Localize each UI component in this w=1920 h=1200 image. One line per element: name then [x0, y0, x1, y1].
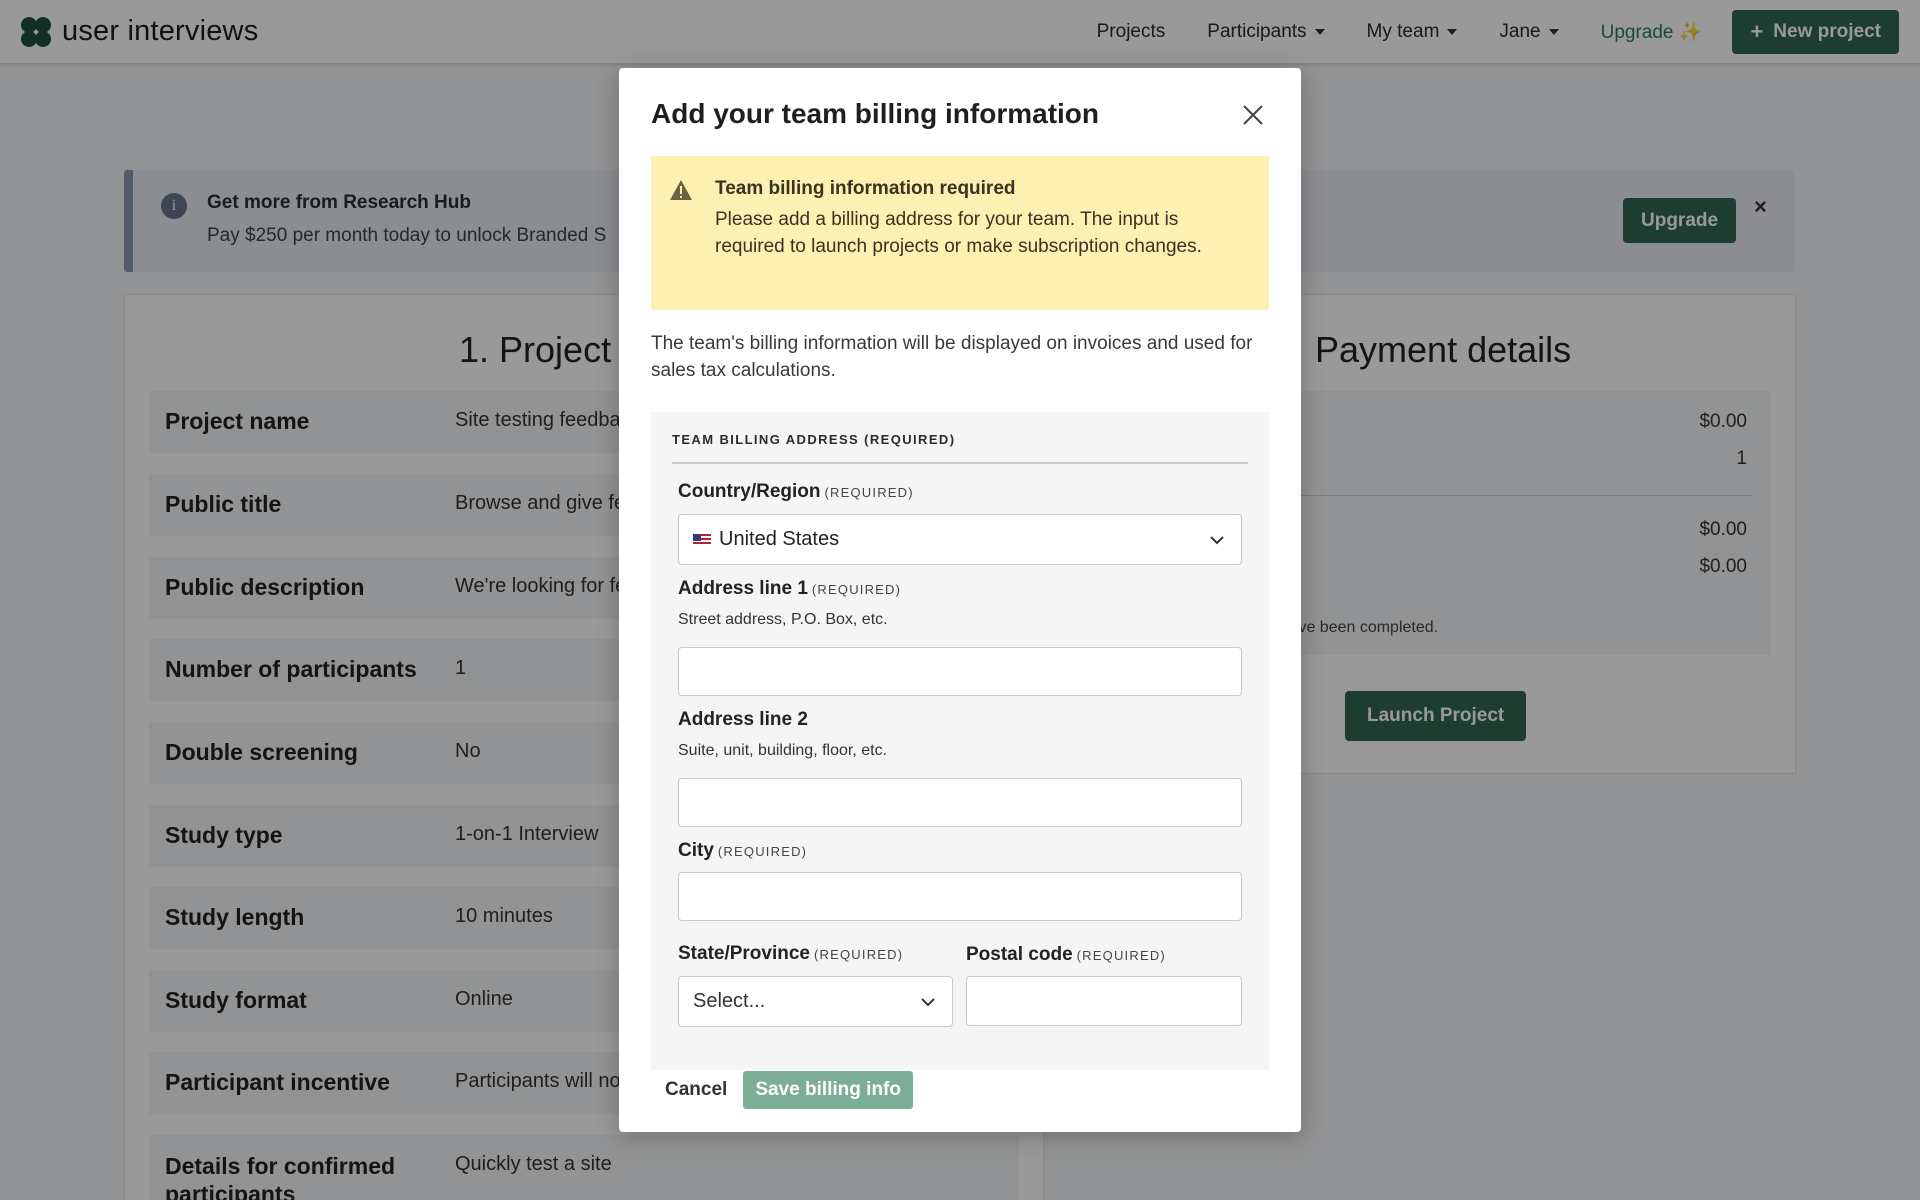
- section-divider: [672, 462, 1248, 464]
- country-value: United States: [719, 528, 840, 550]
- city-label-text: City: [678, 840, 714, 861]
- required-tag: (REQUIRED): [824, 485, 914, 500]
- required-tag: (REQUIRED): [811, 582, 902, 597]
- country-label-text: Country/Region: [678, 481, 821, 502]
- warning-text: Please add a billing address for your te…: [715, 209, 1202, 257]
- state-placeholder: Select...: [693, 990, 766, 1012]
- postal-code-input[interactable]: [966, 976, 1242, 1026]
- close-icon[interactable]: [1241, 103, 1265, 127]
- postal-label-text: Postal code: [966, 944, 1073, 965]
- required-tag: (REQUIRED): [814, 947, 904, 962]
- state-select[interactable]: Select...: [678, 976, 953, 1027]
- required-tag: (REQUIRED): [717, 844, 808, 859]
- chevron-down-icon: [921, 998, 935, 1007]
- postal-label: Postal code (REQUIRED): [966, 944, 1166, 966]
- billing-address-form: TEAM BILLING ADDRESS (REQUIRED) Country/…: [651, 412, 1269, 1070]
- modal-title: Add your team billing information: [651, 98, 1099, 129]
- address1-label: Address line 1 (REQUIRED): [678, 578, 901, 600]
- billing-modal: Add your team billing information Team b…: [619, 68, 1301, 1132]
- billing-warning: Team billing information required Please…: [651, 156, 1269, 310]
- country-label: Country/Region (REQUIRED): [678, 481, 914, 503]
- state-label: State/Province (REQUIRED): [678, 943, 903, 965]
- state-label-text: State/Province: [678, 943, 810, 964]
- country-select[interactable]: United States: [678, 514, 1242, 565]
- address1-label-text: Address line 1: [678, 578, 808, 599]
- address1-help: Street address, P.O. Box, etc.: [678, 611, 888, 628]
- warning-icon: [670, 180, 692, 200]
- save-billing-button[interactable]: Save billing info: [743, 1071, 913, 1109]
- us-flag-icon: [693, 533, 711, 546]
- form-section-heading: TEAM BILLING ADDRESS (REQUIRED): [672, 432, 956, 447]
- chevron-down-icon: [1210, 536, 1224, 545]
- address1-input[interactable]: [678, 647, 1242, 696]
- city-label: City (REQUIRED): [678, 840, 807, 862]
- modal-intro-text: The team's billing information will be d…: [651, 333, 1253, 381]
- required-tag: (REQUIRED): [1076, 948, 1166, 963]
- cancel-button[interactable]: Cancel: [651, 1079, 741, 1101]
- modal-footer: Cancel Save billing info: [651, 1071, 913, 1109]
- address2-input[interactable]: [678, 778, 1242, 827]
- warning-title: Team billing information required: [715, 178, 1016, 199]
- address2-help: Suite, unit, building, floor, etc.: [678, 742, 888, 759]
- city-input[interactable]: [678, 872, 1242, 921]
- address2-label: Address line 2: [678, 709, 808, 730]
